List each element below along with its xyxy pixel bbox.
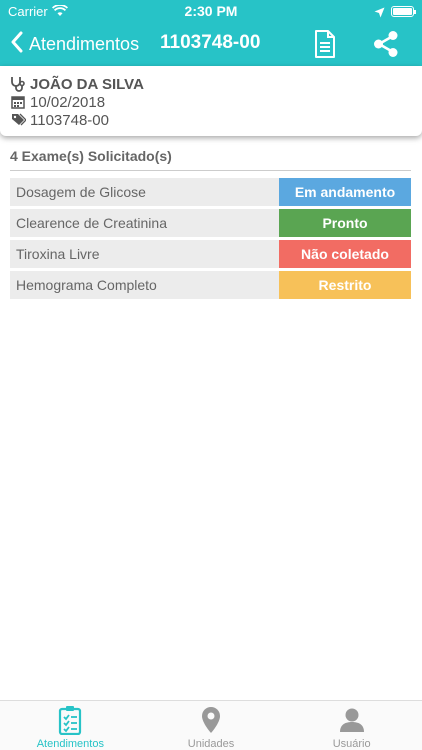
share-icon (372, 31, 400, 62)
tab-label: Atendimentos (36, 738, 104, 750)
exams-divider (10, 170, 411, 171)
exam-row-creatinina[interactable]: Clearence de Creatinina Pronto (10, 209, 411, 237)
tab-label: Usuário (332, 738, 371, 750)
exam-name: Dosagem de Glicose (16, 184, 146, 200)
exam-row-glicose[interactable]: Dosagem de Glicose Em andamento (10, 178, 411, 206)
exam-row-tiroxina[interactable]: Tiroxina Livre Não coletado (10, 240, 411, 268)
battery-icon (391, 6, 416, 17)
patient-card: JOÃO DA SILVA 10/02/2018 1103748-00 (0, 66, 422, 136)
exam-name: Tiroxina Livre (16, 246, 100, 262)
patient-date-row: 10/02/2018 (10, 93, 105, 111)
tab-label: Unidades (187, 738, 235, 750)
exam-status-badge: Não coletado (279, 240, 411, 268)
patient-code-row: 1103748-00 (10, 111, 109, 129)
exam-name: Hemograma Completo (16, 277, 157, 293)
location-arrow-icon (374, 5, 385, 23)
user-icon (339, 705, 365, 735)
tab-atendimentos[interactable]: Atendimentos (0, 701, 141, 750)
patient-name-row: JOÃO DA SILVA (10, 75, 144, 93)
tab-bar: Atendimentos Unidades Usuário (0, 700, 422, 750)
exam-status-badge: Restrito (279, 271, 411, 299)
patient-date: 10/02/2018 (30, 93, 106, 111)
exam-list: Dosagem de Glicose Em andamento Clearenc… (10, 178, 411, 302)
exams-count-header: 4 Exame(s) Solicitado(s) (10, 148, 172, 164)
status-time: 2:30 PM (184, 3, 238, 19)
map-pin-icon (201, 705, 221, 735)
nav-bar: Atendimentos 1103748-00 (0, 22, 422, 66)
calendar-icon (10, 95, 26, 109)
patient-code: 1103748-00 (30, 111, 109, 129)
exam-name: Clearence de Creatinina (16, 215, 167, 231)
tab-unidades[interactable]: Unidades (141, 701, 282, 750)
document-icon (314, 30, 336, 62)
exam-status-badge: Em andamento (279, 178, 411, 206)
chevron-left-icon (10, 31, 23, 58)
status-bar: Carrier 2:30 PM (0, 0, 422, 22)
exam-row-hemograma[interactable]: Hemograma Completo Restrito (10, 271, 411, 299)
tags-icon (10, 113, 26, 127)
exam-status-badge: Pronto (279, 209, 411, 237)
clipboard-check-icon (58, 705, 82, 735)
back-button[interactable]: Atendimentos (10, 31, 139, 57)
patient-name: JOÃO DA SILVA (30, 75, 144, 93)
share-button[interactable] (372, 30, 400, 63)
document-button[interactable] (314, 30, 336, 63)
page-title: 1103748-00 (160, 32, 261, 53)
back-label: Atendimentos (29, 33, 140, 54)
stethoscope-icon (10, 76, 26, 93)
tab-usuario[interactable]: Usuário (281, 701, 422, 750)
